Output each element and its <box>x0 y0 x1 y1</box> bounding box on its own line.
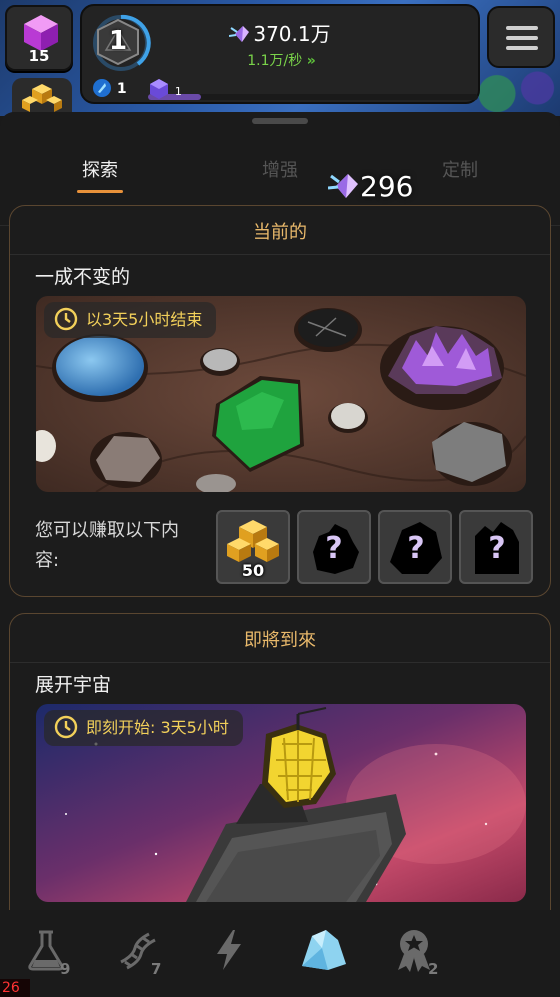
resource-row: 1 1 <box>88 76 478 102</box>
hamburger-icon <box>506 26 538 30</box>
current-event-image[interactable]: 以3天5小时结束 <box>36 296 526 492</box>
tab-explore[interactable]: 探索 <box>70 156 130 182</box>
tab-enhance[interactable]: 增强 <box>250 156 310 182</box>
earn-label: 您可以赚取以下内容: <box>35 520 179 571</box>
blue-resource[interactable]: 1 <box>92 78 127 98</box>
current-event-title: 一成不变的 <box>35 266 131 288</box>
tab-bar: 探索 增强 定制 <box>0 142 560 226</box>
purple-resource-count: 1 <box>174 85 182 98</box>
mystery-silhouette-icon: ? <box>313 524 359 574</box>
bottom-navigation: 9 7 2 <box>0 910 560 997</box>
upcoming-event-card: 即將到來 展开宇宙 即刻开始: 3天5小时 <box>9 613 551 943</box>
reward-slot-mystery[interactable]: ? <box>297 510 371 584</box>
debug-counter: 26 <box>0 979 30 997</box>
upcoming-event-image[interactable]: 即刻开始: 3天5小时 <box>36 704 526 902</box>
blue-crystal-icon <box>93 79 111 97</box>
lightning-icon <box>217 930 241 970</box>
app-root: 15 1 370.1万 1.1万/秒 » 1 1 探索 增强 定制 当前的 一成… <box>0 0 560 997</box>
drag-handle[interactable] <box>252 118 308 124</box>
nav-rocks[interactable] <box>298 926 358 986</box>
gem-rate: 1.1万/秒 » <box>82 50 478 70</box>
svg-text:?: ? <box>407 531 424 566</box>
tab-customize[interactable]: 定制 <box>430 156 490 182</box>
current-event-timer: 以3天5小时结束 <box>44 302 217 338</box>
nav-lab-badge: 9 <box>60 960 71 978</box>
clock-icon <box>54 307 78 331</box>
menu-button[interactable] <box>487 6 555 68</box>
hamburger-icon-line <box>506 36 538 40</box>
mystery-silhouette-icon: ? <box>390 522 442 574</box>
reward-slot-mystery[interactable]: ? <box>459 510 533 584</box>
clock-icon <box>54 715 78 739</box>
nav-achievements[interactable]: 2 <box>390 926 450 986</box>
mystery-silhouette-icon: ? <box>475 522 519 574</box>
nav-dna[interactable]: 7 <box>113 926 173 986</box>
reward-slot-gold-cubes[interactable]: 50 <box>216 510 290 584</box>
cube-count: 15 <box>28 47 50 65</box>
gem-amount-value: 370.1万 <box>253 22 331 46</box>
active-tab-indicator <box>77 190 123 193</box>
upcoming-event-timer-text: 即刻开始: 3天5小时 <box>86 718 229 737</box>
card-divider <box>10 254 550 255</box>
floating-gem-count: 296 <box>360 170 414 203</box>
current-event-timer-text: 以3天5小时结束 <box>86 310 203 329</box>
reward-slot-mystery[interactable]: ? <box>378 510 452 584</box>
current-event-card: 当前的 一成不变的 以3天5小时结束 您可以赚取以下内容: 50 ? ? ? <box>9 205 551 597</box>
gold-cubes-icon <box>22 84 62 112</box>
blue-resource-count: 1 <box>116 81 127 97</box>
svg-text:?: ? <box>325 531 342 566</box>
current-event-header: 当前的 <box>253 222 307 243</box>
nav-lab[interactable]: 9 <box>22 926 82 986</box>
nav-achievements-badge: 2 <box>428 960 439 978</box>
purple-resource[interactable]: 1 <box>148 78 182 100</box>
upcoming-event-timer: 即刻开始: 3天5小时 <box>44 710 243 746</box>
card-divider <box>10 662 550 663</box>
stats-panel: 1 370.1万 1.1万/秒 » 1 1 <box>80 4 480 104</box>
gem-icon <box>229 26 250 42</box>
gem-amount: 370.1万 <box>82 18 478 47</box>
upcoming-event-title: 展开宇宙 <box>35 674 112 696</box>
upcoming-event-header: 即將到來 <box>244 630 316 651</box>
purple-die-icon <box>150 79 168 99</box>
floating-gem-counter: 296 <box>327 170 414 203</box>
reward-quantity: 50 <box>241 561 265 580</box>
hamburger-icon-line <box>506 46 538 50</box>
gold-cubes-button[interactable] <box>12 78 72 116</box>
double-chevron-icon: » <box>306 53 316 69</box>
cube-button[interactable]: 15 <box>5 5 73 71</box>
nav-power[interactable] <box>205 926 265 986</box>
gem-icon <box>327 174 358 198</box>
rock-icon <box>302 930 346 970</box>
events-sheet: 探索 增强 定制 当前的 一成不变的 以3天5小时结束 您可以赚取以下内容: 5… <box>0 112 560 997</box>
gem-rate-value: 1.1万/秒 <box>247 53 303 69</box>
nav-dna-badge: 7 <box>151 960 162 978</box>
svg-text:?: ? <box>488 531 505 566</box>
